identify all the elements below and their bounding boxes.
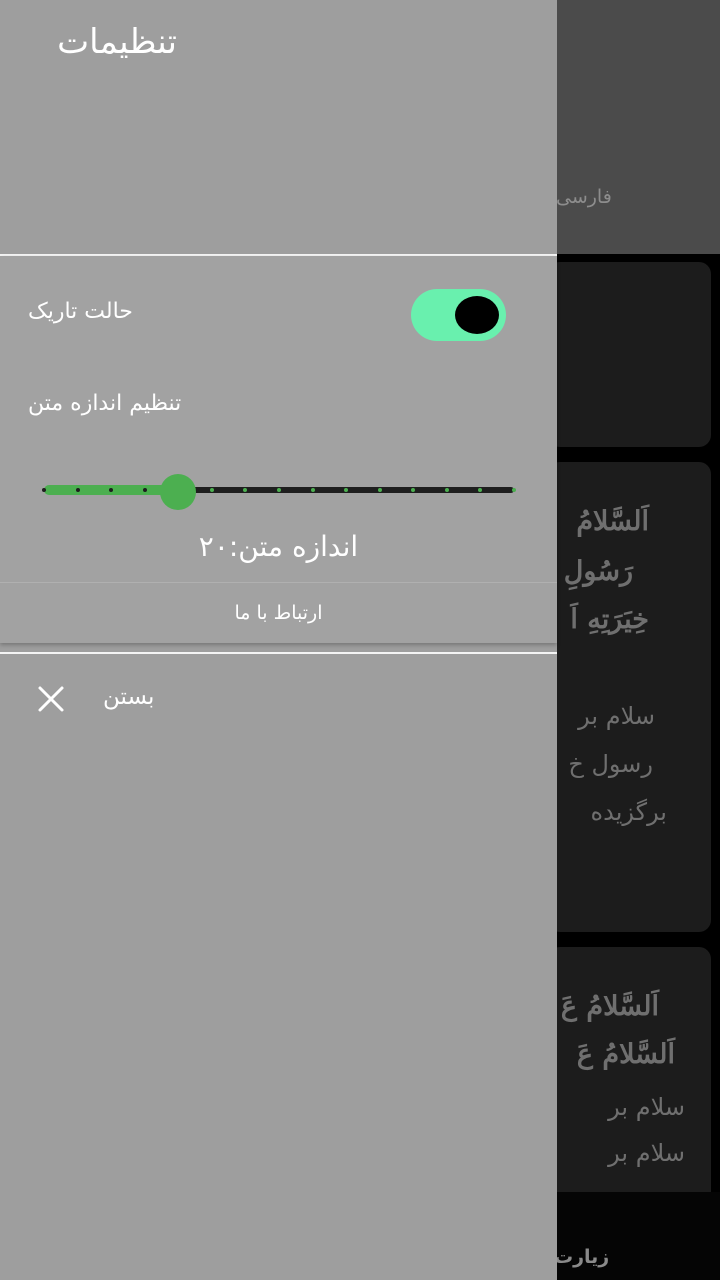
settings-drawer: تنظیمات حالت تاریک تنظیم اندازه متن اندا… [0,0,557,1280]
dark-mode-label: حالت تاریک [28,299,133,324]
background-card: اَلسَّلامُ رَسُولِ خِیَرَتِهِ اَ سلام بر… [548,462,711,932]
background-text-line: سلام بر [608,1093,685,1121]
slider-tick [142,488,147,492]
dark-mode-toggle[interactable] [411,289,506,341]
slider-tick [444,488,449,492]
close-drawer-item[interactable]: بستن [0,666,557,736]
background-text-line: رسول خ [568,750,653,778]
background-tab-farsi: فارسی [556,186,612,208]
text-size-label: تنظیم اندازه متن [28,391,182,416]
background-text-line: خِیَرَتِهِ اَ [570,604,649,635]
slider-tick [377,488,382,492]
drawer-title: تنظیمات [57,22,177,62]
slider-tick [209,488,214,492]
text-size-value: اندازه متن:۲۰ [198,530,359,563]
background-text-line: رَسُولِ [563,556,633,587]
background-text-line: اَلسَّلامُ عَ [560,991,659,1022]
text-size-slider[interactable] [42,474,516,510]
contact-us-button[interactable]: ارتباط با ما [0,583,557,643]
close-label: بستن [103,684,155,710]
slider-tick [512,488,516,492]
dark-mode-toggle-thumb [455,296,499,334]
slider-tick [42,488,46,492]
background-text-line: سلام بر [608,1139,685,1167]
drawer-divider [0,652,557,654]
settings-card: حالت تاریک تنظیم اندازه متن اندازه متن:۲… [0,256,557,643]
slider-tick [277,488,281,492]
background-card: اَلسَّلامُ عَ اَلسَّلامُ عَ سلام بر سلام… [548,947,711,1192]
close-icon [38,686,64,712]
background-card [548,262,711,447]
slider-tick [310,488,315,492]
background-text-line: اَلسَّلامُ [576,506,649,537]
background-bottom-label: زیارت [554,1246,610,1268]
background-text-line: برگزیده [590,798,667,826]
slider-thumb[interactable] [160,474,197,510]
background-text-line: اَلسَّلامُ عَ [576,1039,675,1070]
slider-tick [75,488,80,492]
background-text-line: سلام بر [578,702,655,730]
